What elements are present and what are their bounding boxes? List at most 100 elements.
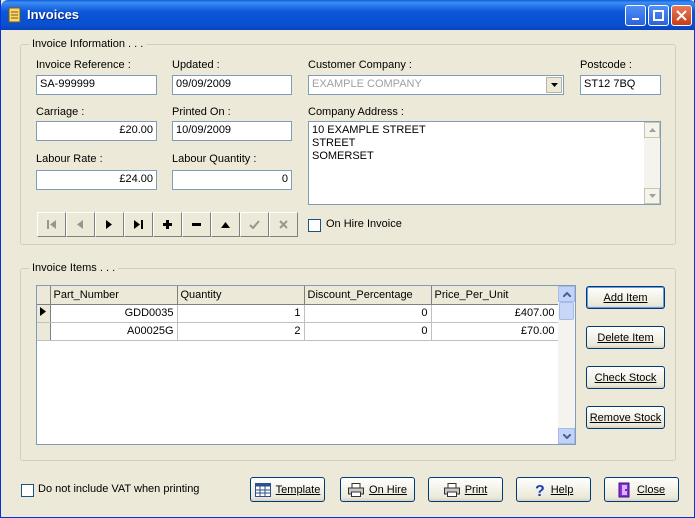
customer-company-label: Customer Company :: [308, 59, 412, 71]
chevron-down-icon: [648, 194, 656, 198]
grid-scroll-up-button[interactable]: [558, 286, 575, 302]
invoice-reference-label: Invoice Reference :: [36, 59, 131, 71]
labour-quantity-label: Labour Quantity :: [172, 153, 257, 165]
table-row[interactable]: GDD0035 1 0 £407.00: [37, 304, 559, 323]
add-item-button[interactable]: Add Item: [586, 286, 665, 309]
checkmark-icon: [249, 220, 260, 229]
last-record-button[interactable]: [124, 212, 153, 237]
table-icon: [254, 482, 271, 497]
minimize-button[interactable]: [625, 5, 646, 26]
cell-part-number[interactable]: A00025G: [50, 322, 178, 341]
delete-item-button[interactable]: Delete Item: [586, 326, 665, 349]
next-record-button[interactable]: [95, 212, 124, 237]
updated-label: Updated :: [172, 59, 220, 71]
updated-field[interactable]: 09/09/2009: [172, 75, 292, 95]
maximize-icon: [653, 10, 664, 21]
invoices-window: Invoices Invoice Information . . . Invoi…: [0, 0, 695, 518]
invoice-items-grid[interactable]: Part_Number Quantity Discount_Percentage…: [36, 285, 576, 445]
cell-price-per-unit[interactable]: £70.00: [431, 322, 559, 341]
row-indicator: [37, 322, 51, 341]
column-header-part-number[interactable]: Part_Number: [50, 286, 178, 305]
on-hire-button-label: On Hire: [369, 483, 407, 496]
company-address-field[interactable]: 10 EXAMPLE STREET STREET SOMERSET: [308, 121, 661, 205]
company-address-label: Company Address :: [308, 106, 404, 118]
close-button[interactable]: Close: [604, 477, 679, 502]
help-button[interactable]: ? Help: [516, 477, 591, 502]
delete-record-button[interactable]: [182, 212, 211, 237]
print-button[interactable]: Print: [428, 477, 503, 502]
printer-icon: [443, 482, 460, 497]
post-record-button[interactable]: [240, 212, 269, 237]
table-row[interactable]: A00025G 2 0 £70.00: [37, 322, 559, 341]
next-record-icon: [106, 220, 112, 229]
close-button-label: Close: [636, 483, 666, 496]
grid-scroll-down-button[interactable]: [558, 428, 575, 444]
chevron-down-icon: [550, 83, 558, 87]
app-icon: [8, 7, 21, 23]
maximize-button[interactable]: [648, 5, 669, 26]
chevron-down-icon: [562, 433, 571, 439]
invoice-items-title: Invoice Items . . .: [29, 262, 119, 274]
svg-text:?: ?: [535, 483, 545, 498]
vat-checkbox[interactable]: [21, 484, 34, 497]
help-button-label: Help: [550, 483, 574, 496]
address-scrollbar[interactable]: [644, 122, 660, 204]
cell-part-number[interactable]: GDD0035: [50, 304, 178, 323]
column-header-price-per-unit[interactable]: Price_Per_Unit: [431, 286, 559, 305]
cell-price-per-unit[interactable]: £407.00: [431, 304, 559, 323]
address-line-2: STREET: [312, 137, 356, 149]
insert-record-button[interactable]: [153, 212, 182, 237]
postcode-field[interactable]: ST12 7BQ: [580, 75, 661, 95]
print-button-label: Print: [464, 483, 488, 496]
cell-quantity[interactable]: 2: [177, 322, 305, 341]
on-hire-button[interactable]: On Hire: [340, 477, 415, 502]
remove-stock-button[interactable]: Remove Stock: [586, 406, 665, 429]
printer-icon: [348, 482, 365, 497]
vat-checkbox-label: Do not include VAT when printing: [38, 483, 200, 495]
cell-discount-percentage[interactable]: 0: [304, 304, 432, 323]
printed-on-field[interactable]: 10/09/2009: [172, 121, 292, 141]
record-navigator: [37, 212, 298, 237]
scroll-down-button[interactable]: [644, 188, 660, 204]
exit-door-icon: [618, 482, 630, 497]
cell-discount-percentage[interactable]: 0: [304, 322, 432, 341]
cancel-record-button[interactable]: [269, 212, 298, 237]
scroll-up-button[interactable]: [644, 122, 660, 138]
carriage-field[interactable]: £20.00: [36, 121, 157, 141]
close-window-button[interactable]: [671, 5, 692, 26]
column-header-quantity[interactable]: Quantity: [177, 286, 305, 305]
invoice-reference-field[interactable]: SA-999999: [36, 75, 157, 95]
prior-record-button[interactable]: [66, 212, 95, 237]
row-indicator-header: [37, 286, 51, 305]
customer-company-select[interactable]: EXAMPLE COMPANY: [308, 75, 564, 95]
on-hire-invoice-checkbox[interactable]: [308, 219, 321, 232]
plus-icon: [163, 220, 172, 229]
edit-record-button[interactable]: [211, 212, 240, 237]
check-stock-button[interactable]: Check Stock: [586, 366, 665, 389]
labour-quantity-field[interactable]: 0: [172, 170, 292, 190]
labour-rate-field[interactable]: £24.00: [36, 170, 157, 190]
column-header-discount-percentage[interactable]: Discount_Percentage: [304, 286, 432, 305]
printed-on-label: Printed On :: [172, 106, 231, 118]
postcode-label: Postcode :: [580, 59, 632, 71]
close-icon: [676, 10, 687, 21]
minimize-icon: [631, 17, 639, 20]
first-record-icon: [46, 220, 56, 229]
cross-icon: [279, 220, 288, 229]
on-hire-invoice-label: On Hire Invoice: [326, 218, 402, 230]
invoice-information-title: Invoice Information . . .: [29, 38, 147, 50]
question-mark-icon: ?: [535, 483, 545, 498]
chevron-up-icon: [648, 128, 656, 132]
window-title: Invoices: [27, 7, 80, 22]
first-record-button[interactable]: [37, 212, 66, 237]
title-bar[interactable]: Invoices: [1, 0, 695, 30]
customer-company-dropdown-button[interactable]: [546, 77, 562, 93]
table-header: Part_Number Quantity Discount_Percentage…: [37, 286, 559, 305]
cell-quantity[interactable]: 1: [177, 304, 305, 323]
grid-scroll-thumb[interactable]: [559, 302, 574, 320]
carriage-label: Carriage :: [36, 106, 85, 118]
chevron-up-icon: [562, 291, 571, 297]
grid-scrollbar[interactable]: [558, 286, 575, 444]
invoice-items-table: Part_Number Quantity Discount_Percentage…: [37, 286, 559, 341]
template-button[interactable]: Template: [250, 477, 325, 502]
